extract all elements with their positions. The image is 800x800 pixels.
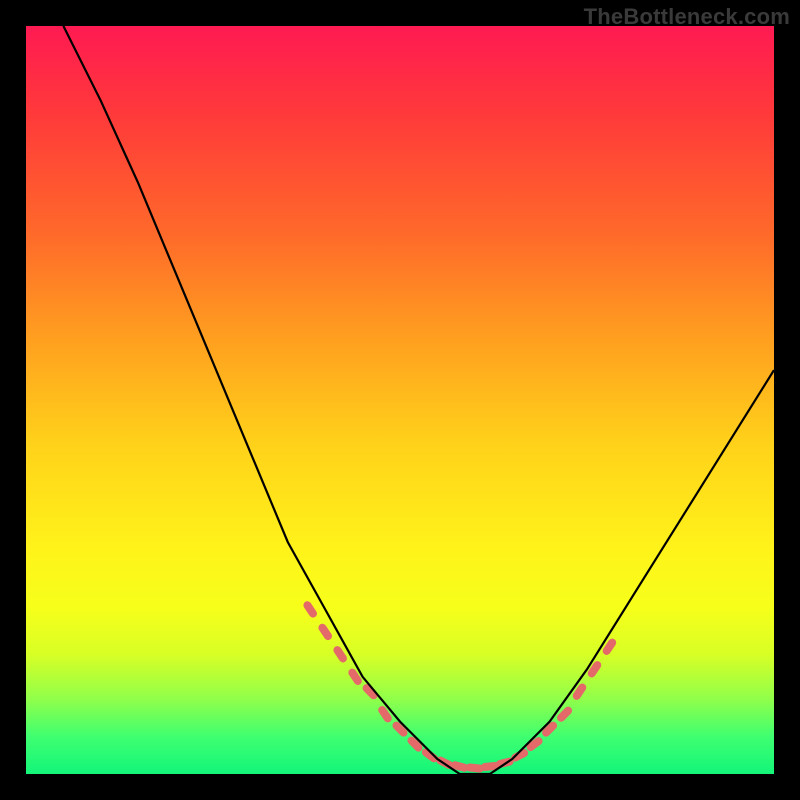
- watermark-text: TheBottleneck.com: [584, 4, 790, 30]
- marker-capsule: [586, 660, 603, 679]
- chart-frame: TheBottleneck.com: [0, 0, 800, 800]
- marker-capsule: [302, 600, 319, 619]
- marker-capsule: [377, 704, 394, 723]
- bottleneck-curve: [63, 26, 774, 774]
- curve-svg: [26, 26, 774, 774]
- marker-capsule: [347, 667, 364, 686]
- marker-capsule: [571, 682, 588, 701]
- marker-group: [302, 600, 618, 773]
- plot-area: [26, 26, 774, 774]
- marker-capsule: [317, 622, 334, 641]
- marker-capsule: [601, 637, 618, 656]
